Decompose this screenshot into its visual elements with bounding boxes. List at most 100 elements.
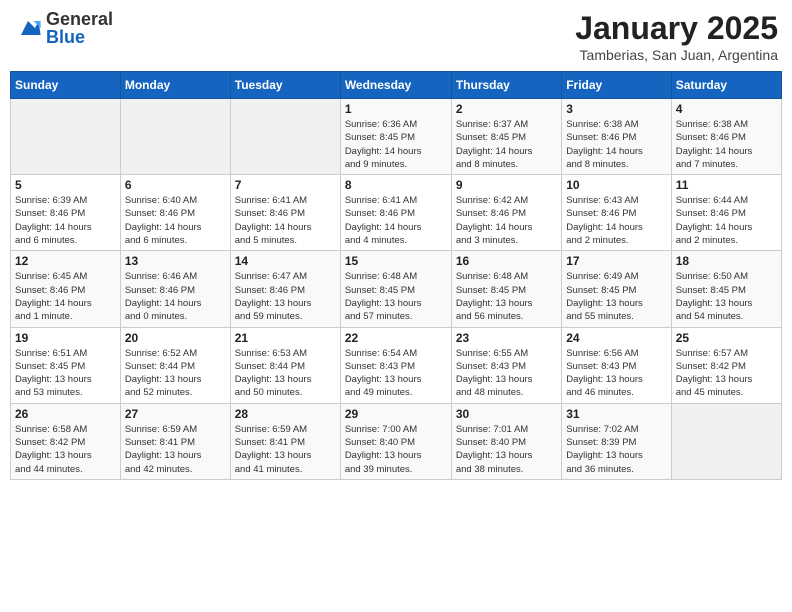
day-cell: 2 Sunrise: 6:37 AM Sunset: 8:45 PM Daylig… bbox=[451, 99, 561, 175]
day-info: Sunrise: 6:42 AM Sunset: 8:46 PM Dayligh… bbox=[456, 194, 557, 247]
day-number: 20 bbox=[125, 331, 226, 345]
weekday-header-row: SundayMondayTuesdayWednesdayThursdayFrid… bbox=[11, 72, 782, 99]
day-cell bbox=[230, 99, 340, 175]
day-info: Sunrise: 6:44 AM Sunset: 8:46 PM Dayligh… bbox=[676, 194, 777, 247]
day-cell: 23 Sunrise: 6:55 AM Sunset: 8:43 PM Dayli… bbox=[451, 327, 561, 403]
day-number: 25 bbox=[676, 331, 777, 345]
day-info: Sunrise: 6:49 AM Sunset: 8:45 PM Dayligh… bbox=[566, 270, 666, 323]
day-cell: 26 Sunrise: 6:58 AM Sunset: 8:42 PM Dayli… bbox=[11, 403, 121, 479]
day-info: Sunrise: 7:01 AM Sunset: 8:40 PM Dayligh… bbox=[456, 423, 557, 476]
day-cell: 10 Sunrise: 6:43 AM Sunset: 8:46 PM Dayli… bbox=[562, 175, 671, 251]
day-info: Sunrise: 6:38 AM Sunset: 8:46 PM Dayligh… bbox=[566, 118, 666, 171]
logo-blue-text: Blue bbox=[46, 28, 113, 46]
day-info: Sunrise: 6:37 AM Sunset: 8:45 PM Dayligh… bbox=[456, 118, 557, 171]
day-number: 26 bbox=[15, 407, 116, 421]
day-number: 6 bbox=[125, 178, 226, 192]
day-cell: 9 Sunrise: 6:42 AM Sunset: 8:46 PM Daylig… bbox=[451, 175, 561, 251]
day-info: Sunrise: 6:39 AM Sunset: 8:46 PM Dayligh… bbox=[15, 194, 116, 247]
day-cell: 27 Sunrise: 6:59 AM Sunset: 8:41 PM Dayli… bbox=[120, 403, 230, 479]
calendar-title: January 2025 bbox=[575, 10, 778, 47]
day-number: 21 bbox=[235, 331, 336, 345]
week-row-5: 26 Sunrise: 6:58 AM Sunset: 8:42 PM Dayli… bbox=[11, 403, 782, 479]
day-info: Sunrise: 6:45 AM Sunset: 8:46 PM Dayligh… bbox=[15, 270, 116, 323]
day-cell: 14Sunrise: 6:47 AM Sunset: 8:46 PM Dayli… bbox=[230, 251, 340, 327]
day-number: 9 bbox=[456, 178, 557, 192]
day-cell: 24Sunrise: 6:56 AM Sunset: 8:43 PM Dayli… bbox=[562, 327, 671, 403]
day-number: 16 bbox=[456, 254, 557, 268]
day-info: Sunrise: 6:48 AM Sunset: 8:45 PM Dayligh… bbox=[345, 270, 447, 323]
day-cell: 12 Sunrise: 6:45 AM Sunset: 8:46 PM Dayli… bbox=[11, 251, 121, 327]
day-info: Sunrise: 6:58 AM Sunset: 8:42 PM Dayligh… bbox=[15, 423, 116, 476]
day-number: 10 bbox=[566, 178, 666, 192]
day-cell: 7 Sunrise: 6:41 AM Sunset: 8:46 PM Daylig… bbox=[230, 175, 340, 251]
day-number: 19 bbox=[15, 331, 116, 345]
day-number: 31 bbox=[566, 407, 666, 421]
day-number: 4 bbox=[676, 102, 777, 116]
day-cell: 16 Sunrise: 6:48 AM Sunset: 8:45 PM Dayli… bbox=[451, 251, 561, 327]
day-info: Sunrise: 6:52 AM Sunset: 8:44 PM Dayligh… bbox=[125, 347, 226, 400]
day-info: Sunrise: 6:38 AM Sunset: 8:46 PM Dayligh… bbox=[676, 118, 777, 171]
day-cell: 17 Sunrise: 6:49 AM Sunset: 8:45 PM Dayli… bbox=[562, 251, 671, 327]
calendar-subtitle: Tamberias, San Juan, Argentina bbox=[575, 47, 778, 63]
day-cell: 20 Sunrise: 6:52 AM Sunset: 8:44 PM Dayli… bbox=[120, 327, 230, 403]
day-number: 23 bbox=[456, 331, 557, 345]
week-row-4: 19Sunrise: 6:51 AM Sunset: 8:45 PM Dayli… bbox=[11, 327, 782, 403]
logo-icon bbox=[14, 14, 42, 42]
day-cell bbox=[671, 403, 781, 479]
day-cell: 8 Sunrise: 6:41 AM Sunset: 8:46 PM Daylig… bbox=[340, 175, 451, 251]
day-info: Sunrise: 6:41 AM Sunset: 8:46 PM Dayligh… bbox=[235, 194, 336, 247]
day-info: Sunrise: 6:54 AM Sunset: 8:43 PM Dayligh… bbox=[345, 347, 447, 400]
day-info: Sunrise: 6:55 AM Sunset: 8:43 PM Dayligh… bbox=[456, 347, 557, 400]
day-cell: 11 Sunrise: 6:44 AM Sunset: 8:46 PM Dayli… bbox=[671, 175, 781, 251]
day-number: 15 bbox=[345, 254, 447, 268]
day-cell: 30 Sunrise: 7:01 AM Sunset: 8:40 PM Dayli… bbox=[451, 403, 561, 479]
day-number: 30 bbox=[456, 407, 557, 421]
day-cell: 18 Sunrise: 6:50 AM Sunset: 8:45 PM Dayli… bbox=[671, 251, 781, 327]
page-header: General Blue January 2025 Tamberias, San… bbox=[10, 10, 782, 63]
day-number: 17 bbox=[566, 254, 666, 268]
day-info: Sunrise: 7:00 AM Sunset: 8:40 PM Dayligh… bbox=[345, 423, 447, 476]
day-number: 7 bbox=[235, 178, 336, 192]
day-number: 5 bbox=[15, 178, 116, 192]
day-number: 18 bbox=[676, 254, 777, 268]
day-number: 1 bbox=[345, 102, 447, 116]
day-cell: 25Sunrise: 6:57 AM Sunset: 8:42 PM Dayli… bbox=[671, 327, 781, 403]
day-cell: 31 Sunrise: 7:02 AM Sunset: 8:39 PM Dayli… bbox=[562, 403, 671, 479]
day-cell bbox=[120, 99, 230, 175]
day-info: Sunrise: 7:02 AM Sunset: 8:39 PM Dayligh… bbox=[566, 423, 666, 476]
day-cell: 6 Sunrise: 6:40 AM Sunset: 8:46 PM Daylig… bbox=[120, 175, 230, 251]
day-cell bbox=[11, 99, 121, 175]
day-cell: 22 Sunrise: 6:54 AM Sunset: 8:43 PM Dayli… bbox=[340, 327, 451, 403]
day-number: 24 bbox=[566, 331, 666, 345]
day-info: Sunrise: 6:36 AM Sunset: 8:45 PM Dayligh… bbox=[345, 118, 447, 171]
day-number: 12 bbox=[15, 254, 116, 268]
day-number: 27 bbox=[125, 407, 226, 421]
day-cell: 4 Sunrise: 6:38 AM Sunset: 8:46 PM Daylig… bbox=[671, 99, 781, 175]
day-number: 22 bbox=[345, 331, 447, 345]
day-cell: 3 Sunrise: 6:38 AM Sunset: 8:46 PM Daylig… bbox=[562, 99, 671, 175]
weekday-header-wednesday: Wednesday bbox=[340, 72, 451, 99]
weekday-header-sunday: Sunday bbox=[11, 72, 121, 99]
weekday-header-monday: Monday bbox=[120, 72, 230, 99]
day-cell: 13Sunrise: 6:46 AM Sunset: 8:46 PM Dayli… bbox=[120, 251, 230, 327]
day-info: Sunrise: 6:40 AM Sunset: 8:46 PM Dayligh… bbox=[125, 194, 226, 247]
day-number: 8 bbox=[345, 178, 447, 192]
week-row-1: 1 Sunrise: 6:36 AM Sunset: 8:45 PM Daylig… bbox=[11, 99, 782, 175]
day-number: 3 bbox=[566, 102, 666, 116]
day-number: 29 bbox=[345, 407, 447, 421]
day-number: 11 bbox=[676, 178, 777, 192]
day-cell: 15 Sunrise: 6:48 AM Sunset: 8:45 PM Dayli… bbox=[340, 251, 451, 327]
day-info: Sunrise: 6:48 AM Sunset: 8:45 PM Dayligh… bbox=[456, 270, 557, 323]
day-cell: 28Sunrise: 6:59 AM Sunset: 8:41 PM Dayli… bbox=[230, 403, 340, 479]
day-cell: 5 Sunrise: 6:39 AM Sunset: 8:46 PM Daylig… bbox=[11, 175, 121, 251]
week-row-3: 12 Sunrise: 6:45 AM Sunset: 8:46 PM Dayli… bbox=[11, 251, 782, 327]
weekday-header-friday: Friday bbox=[562, 72, 671, 99]
day-number: 13 bbox=[125, 254, 226, 268]
day-info: Sunrise: 6:59 AM Sunset: 8:41 PM Dayligh… bbox=[125, 423, 226, 476]
day-info: Sunrise: 6:41 AM Sunset: 8:46 PM Dayligh… bbox=[345, 194, 447, 247]
week-row-2: 5 Sunrise: 6:39 AM Sunset: 8:46 PM Daylig… bbox=[11, 175, 782, 251]
day-number: 14 bbox=[235, 254, 336, 268]
day-info: Sunrise: 6:50 AM Sunset: 8:45 PM Dayligh… bbox=[676, 270, 777, 323]
day-number: 2 bbox=[456, 102, 557, 116]
day-info: Sunrise: 6:43 AM Sunset: 8:46 PM Dayligh… bbox=[566, 194, 666, 247]
